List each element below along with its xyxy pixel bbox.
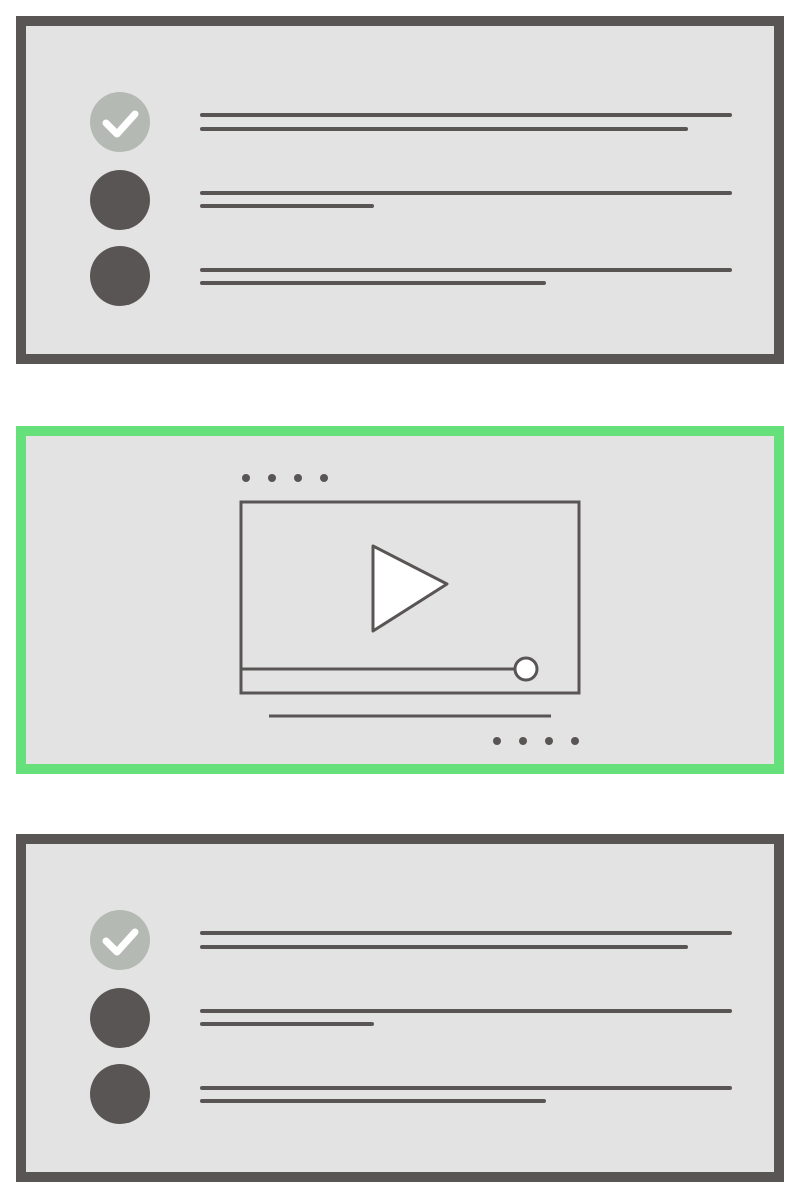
video-drawing (239, 474, 581, 745)
checklist-item[interactable] (90, 170, 732, 230)
checklist-drawing (90, 910, 732, 1124)
checklist-panel-top (16, 16, 784, 364)
checklist-item[interactable] (90, 1064, 732, 1124)
checklist-item[interactable] (90, 988, 732, 1048)
pending-circle-icon (90, 170, 150, 230)
checklist-drawing (90, 92, 732, 306)
pending-circle-icon (90, 246, 150, 306)
progress-knob-icon[interactable] (513, 656, 539, 682)
checklist-item[interactable] (90, 92, 732, 152)
checklist-item[interactable] (90, 910, 732, 970)
dots-top (242, 474, 328, 482)
checklist-item[interactable] (90, 246, 732, 306)
checklist-panel-bottom (16, 834, 784, 1182)
play-icon[interactable] (371, 544, 449, 633)
completed-circle-icon (90, 910, 150, 970)
pending-circle-icon (90, 988, 150, 1048)
video-panel[interactable] (16, 426, 784, 774)
pending-circle-icon (90, 1064, 150, 1124)
dots-bottom (493, 737, 579, 745)
completed-circle-icon (90, 92, 150, 152)
